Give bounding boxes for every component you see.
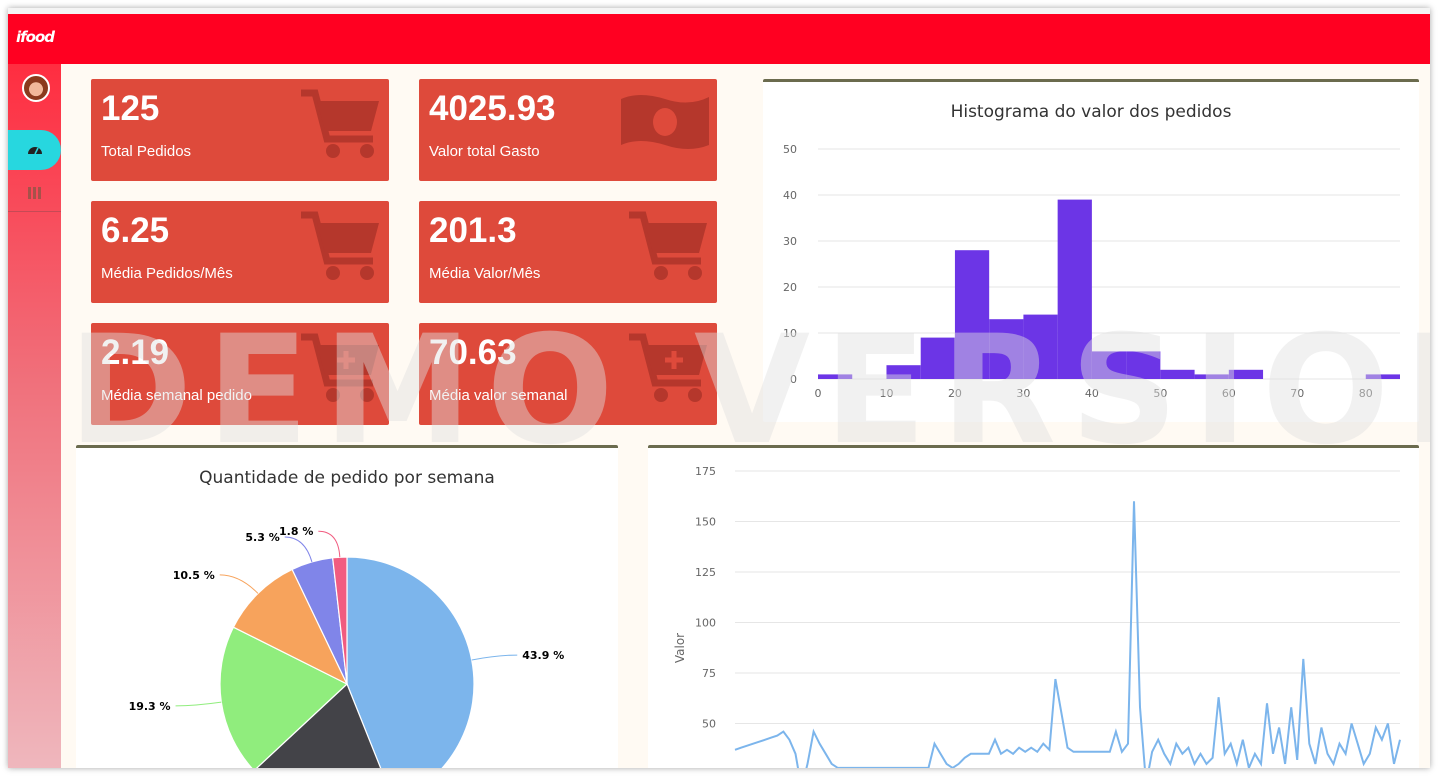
histogram-panel: Histograma do valor dos pedidos 0 10 20 30 4… [763, 79, 1419, 422]
pie-data-label: 10.5 % [173, 569, 215, 582]
sidebar [8, 64, 61, 768]
x-tick-label: 20 [948, 387, 962, 400]
card-value: 70.63 [429, 333, 517, 372]
cart-icon [301, 89, 379, 158]
y-tick-label: 10 [783, 327, 797, 340]
histogram-bar [954, 250, 990, 379]
card-total-pedidos: 125 Total Pedidos [91, 79, 389, 181]
card-value: 125 [101, 89, 160, 128]
pie-data-label: 19.3 % [129, 700, 171, 713]
line-panel: 50 75 100 125 150 175 Valor [648, 445, 1419, 768]
histogram-bar [1023, 314, 1058, 379]
histogram-bar [1160, 369, 1195, 379]
histogram-bar [1057, 199, 1092, 379]
table-icon [27, 186, 42, 202]
histogram-chart: 0 10 20 30 40 50 0 10 20 30 40 50 60 70 80 [783, 143, 1400, 400]
x-tick-label: 70 [1290, 387, 1304, 400]
card-media-valor-mes: 201.3 Média Valor/Mês [419, 201, 717, 303]
histogram-bar [1228, 369, 1264, 379]
card-label: Média Valor/Mês [429, 265, 541, 282]
cart-icon [301, 211, 379, 280]
x-tick-label: 80 [1359, 387, 1373, 400]
card-media-pedidos-mes: 6.25 Média Pedidos/Mês [91, 201, 389, 303]
y-tick-label: 20 [783, 281, 797, 294]
y-tick-label: 50 [783, 143, 797, 156]
pie-connector [284, 536, 313, 563]
y-tick-label: 40 [783, 189, 797, 202]
card-label: Média semanal pedido [101, 387, 252, 404]
sidebar-item-table[interactable] [8, 176, 61, 212]
histogram-bar [1194, 374, 1229, 379]
dashboard-icon [27, 142, 43, 159]
y-axis-label: Valor [673, 633, 687, 663]
ifood-logo[interactable]: ifood [16, 28, 55, 46]
card-label: Valor total Gasto [429, 143, 540, 160]
cart-plus-icon [301, 333, 379, 402]
pie-connector [318, 530, 341, 558]
x-tick-label: 30 [1016, 387, 1030, 400]
y-tick-label: 50 [702, 718, 716, 731]
pie-panel: Quantidade de pedido por semana 43.9 % 19… [76, 445, 618, 768]
y-tick-label: 150 [695, 516, 716, 529]
y-tick-label: 175 [695, 465, 716, 478]
app-window: ifood 125 Total Pedidos 4025.93 Valor to… [8, 8, 1430, 768]
sidebar-item-dashboard[interactable] [8, 130, 61, 170]
pie-chart: 43.9 % 19.3 % 10.5 % 5.3 % 1.8 % [129, 525, 564, 768]
histogram-bar [1365, 374, 1400, 379]
pie-connector [471, 654, 518, 661]
card-media-semanal-pedido: 2.19 Média semanal pedido [91, 323, 389, 425]
x-tick-label: 60 [1222, 387, 1236, 400]
y-tick-label: 100 [695, 617, 716, 630]
histogram-bar [818, 374, 853, 379]
card-label: Média Pedidos/Mês [101, 265, 233, 282]
x-tick-label: 0 [815, 387, 822, 400]
pie-connector [219, 574, 259, 594]
x-tick-label: 40 [1085, 387, 1099, 400]
user-avatar[interactable] [22, 74, 50, 102]
histogram-bar [1091, 351, 1127, 379]
card-label: Total Pedidos [101, 143, 192, 160]
x-tick-label: 10 [879, 387, 893, 400]
card-value: 4025.93 [429, 89, 556, 128]
card-value: 6.25 [101, 211, 170, 250]
y-tick-label: 30 [783, 235, 797, 248]
money-icon [621, 95, 709, 149]
card-value: 201.3 [429, 211, 517, 250]
y-tick-label: 75 [702, 667, 716, 680]
histogram-bar [920, 337, 955, 379]
card-media-valor-semanal: 70.63 Média valor semanal [419, 323, 717, 425]
histogram-bar [1126, 351, 1161, 379]
pie-data-label: 43.9 % [522, 649, 564, 662]
cart-plus-icon [629, 333, 707, 402]
card-value: 2.19 [101, 333, 170, 372]
top-navbar: ifood [8, 14, 1430, 64]
y-tick-label: 125 [695, 566, 716, 579]
pie-data-label: 1.8 % [279, 525, 313, 538]
series-line [734, 501, 1401, 768]
y-tick-label: 0 [790, 373, 797, 386]
card-label: Média valor semanal [429, 387, 568, 404]
x-tick-label: 50 [1153, 387, 1167, 400]
pie-data-label: 5.3 % [245, 531, 279, 544]
card-valor-total: 4025.93 Valor total Gasto [419, 79, 717, 181]
cart-icon [629, 211, 707, 280]
line-chart: 50 75 100 125 150 175 Valor [673, 465, 1401, 768]
pie-connector [175, 701, 222, 707]
histogram-bar [989, 319, 1024, 379]
histogram-bar [886, 365, 921, 379]
